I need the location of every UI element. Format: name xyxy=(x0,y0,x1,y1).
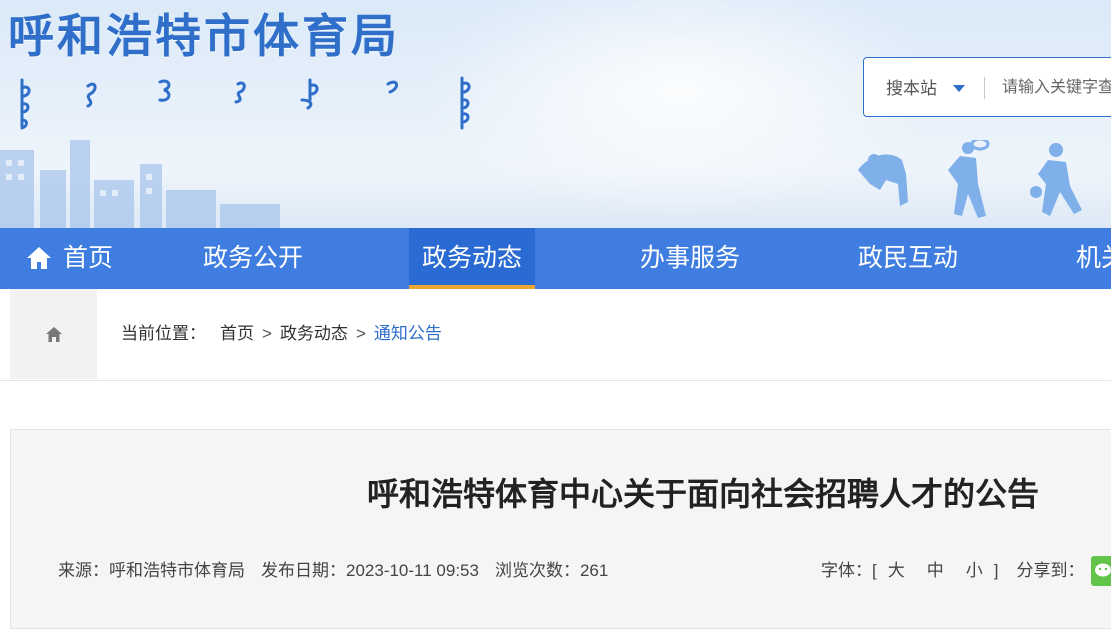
breadcrumb-bar: 当前位置： 首页 > 政务动态 > 通知公告 xyxy=(0,289,1111,381)
breadcrumb-link-home[interactable]: 首页 xyxy=(220,324,254,343)
nav-item-interaction[interactable]: 政民互动 xyxy=(858,228,958,289)
mongolian-script-logo xyxy=(20,76,471,130)
publish-date: 2023-10-11 09:53 xyxy=(346,561,479,580)
site-header: 呼和浩特市体育局 搜本站 xyxy=(0,0,1111,228)
share-label: 分享到： xyxy=(1016,561,1085,580)
site-title[interactable]: 呼和浩特市体育局 xyxy=(8,6,400,66)
views-label: 浏览次数： xyxy=(494,561,580,580)
article-meta: 来源：呼和浩特市体育局 发布日期：2023-10-11 09:53 浏览次数：261 xyxy=(58,560,608,582)
breadcrumb-label: 当前位置： xyxy=(121,324,206,343)
breadcrumb-link-government-news[interactable]: 政务动态 xyxy=(280,324,348,343)
city-skyline-illustration xyxy=(0,140,280,228)
athletes-illustration xyxy=(858,140,1082,218)
breadcrumb-link-notices[interactable]: 通知公告 xyxy=(374,324,442,343)
source-value: 呼和浩特市体育局 xyxy=(109,561,245,580)
home-icon[interactable] xyxy=(45,326,63,343)
nav-item-government-affairs-open[interactable]: 政务公开 xyxy=(203,228,303,289)
breadcrumb-separator: > xyxy=(262,324,272,343)
breadcrumb-home-tile[interactable] xyxy=(10,289,97,379)
view-count: 261 xyxy=(579,561,609,580)
font-size-label: 字体： xyxy=(821,561,872,580)
date-label: 发布日期： xyxy=(261,561,346,580)
bracket-close: ] xyxy=(993,561,999,580)
bracket-open: [ xyxy=(872,561,877,580)
breadcrumb: 当前位置： 首页 > 政务动态 > 通知公告 xyxy=(121,322,442,346)
article-title: 呼和浩特体育中心关于面向社会招聘人才的公告 xyxy=(367,476,1040,512)
nav-item-services[interactable]: 办事服务 xyxy=(640,228,740,289)
font-size-medium-button[interactable]: 中 xyxy=(927,560,944,582)
nav-item-agency[interactable]: 机关 xyxy=(1076,228,1111,289)
main-navigation: 首页 政务公开 政务动态 办事服务 政民互动 机关 xyxy=(0,228,1111,289)
chevron-down-icon[interactable] xyxy=(953,85,965,92)
wechat-share-icon[interactable] xyxy=(1091,556,1111,586)
article-panel: 呼和浩特体育中心关于面向社会招聘人才的公告 来源：呼和浩特市体育局 发布日期：20… xyxy=(10,429,1111,629)
font-size-small-button[interactable]: 小 xyxy=(966,560,983,582)
search-divider xyxy=(984,77,985,99)
article-tools: 字体：[ 大中小] 分享到： xyxy=(821,560,1084,582)
site-search: 搜本站 xyxy=(863,57,1111,117)
home-icon[interactable] xyxy=(26,245,52,271)
nav-item-home[interactable]: 首页 xyxy=(63,228,113,289)
search-scope-select[interactable]: 搜本站 xyxy=(886,78,937,100)
source-label: 来源： xyxy=(58,561,109,580)
search-input[interactable] xyxy=(1002,75,1111,101)
breadcrumb-separator: > xyxy=(355,324,366,343)
nav-item-government-news[interactable]: 政务动态 xyxy=(409,228,536,289)
font-size-large-button[interactable]: 大 xyxy=(888,560,905,582)
